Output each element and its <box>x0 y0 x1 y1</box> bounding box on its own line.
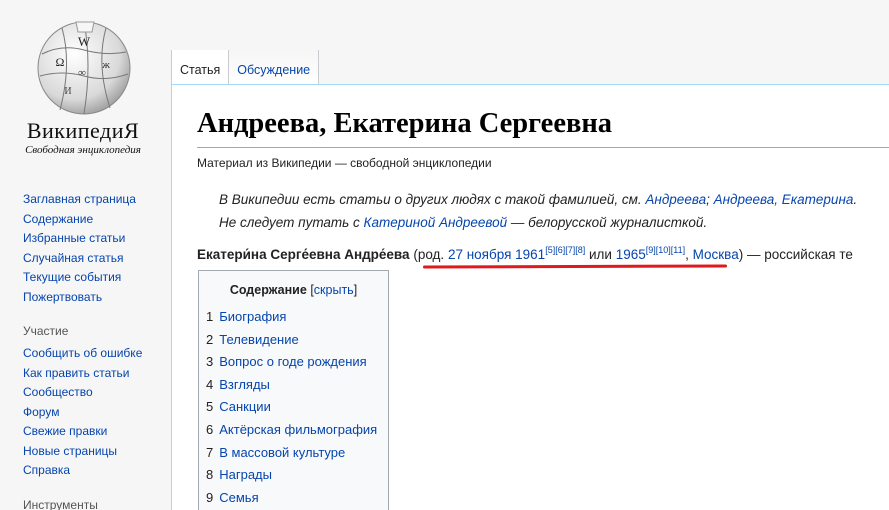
toc-link[interactable]: Санкции <box>219 399 271 414</box>
toc-number: 7 <box>206 444 214 460</box>
toc-item[interactable]: 1 Биография <box>206 306 388 329</box>
toc-link[interactable]: Актёрская фильмография <box>219 422 377 437</box>
svg-text:Ω: Ω <box>56 55 65 69</box>
tab-talk[interactable]: Обсуждение <box>229 50 320 85</box>
sidebar-item-forum[interactable]: Форум <box>23 403 163 423</box>
lead-comma: , <box>685 247 693 262</box>
hatnote-not-confuse: Не следует путать с Катериной Андреевой … <box>219 215 707 230</box>
page-tabs: Статья Обсуждение <box>171 50 320 85</box>
logo-wordmark: ВикипедиЯ <box>26 118 140 143</box>
toc-link[interactable]: Семья <box>219 490 258 505</box>
sidebar-item-help[interactable]: Справка <box>23 461 163 481</box>
toc-item[interactable]: 8 Награды <box>206 464 388 487</box>
sidebar-item-new-pages[interactable]: Новые страницы <box>23 442 163 462</box>
toc-hide-toggle[interactable]: скрыть <box>314 283 354 297</box>
reference-links-1[interactable]: [5][6][7][8] <box>545 245 585 255</box>
toc-link[interactable]: Взгляды <box>219 377 270 392</box>
site-subtitle: Материал из Википедии — свободной энцикл… <box>197 156 492 170</box>
lead-born: род. <box>417 247 445 262</box>
toc-title: Содержание <box>229 283 307 297</box>
sidebar-item-how-to-edit[interactable]: Как править статьи <box>23 364 163 384</box>
svg-text:W: W <box>78 34 91 49</box>
article-content: Андреева, Екатерина Сергеевна Материал и… <box>171 84 889 510</box>
subject-name: Екатери́на Серге́евна Андре́ева <box>197 247 410 262</box>
toc-item[interactable]: 3 Вопрос о годе рождения <box>206 351 388 374</box>
sidebar-heading-participation: Участие <box>23 324 69 338</box>
toc-number: 3 <box>206 354 214 370</box>
title-divider <box>197 147 889 148</box>
table-of-contents: Содержание [скрыть] 1 Биография 2 Телевиде… <box>198 270 389 510</box>
birth-date-link[interactable]: 27 ноября 1961 <box>448 247 545 262</box>
hatnote-link-andreeva[interactable]: Андреева <box>645 192 706 207</box>
sidebar-item-featured[interactable]: Избранные статьи <box>23 229 163 249</box>
sidebar-item-donate[interactable]: Пожертвовать <box>23 288 163 308</box>
tab-article[interactable]: Статья <box>171 50 230 85</box>
toc-link[interactable]: Телевидение <box>219 332 298 347</box>
toc-number: 4 <box>206 376 214 392</box>
sidebar-participation: Сообщить об ошибке Как править статьи Со… <box>23 344 163 481</box>
birth-year-link[interactable]: 1965 <box>616 247 646 262</box>
toc-toggle-bracket: ] <box>353 283 358 297</box>
sidebar-item-contents[interactable]: Содержание <box>23 210 163 230</box>
hatnote-suffix: . <box>853 192 858 207</box>
svg-text:∞: ∞ <box>78 67 86 79</box>
sidebar-heading-tools[interactable]: Инструменты <box>23 498 163 510</box>
lead-paragraph: Екатери́на Серге́евна Андре́ева (род. 27… <box>197 245 853 262</box>
toc-number: 1 <box>206 309 214 324</box>
hatnote-link-andreeva-ekaterina[interactable]: Андреева, Екатерина <box>714 192 854 207</box>
logo-tagline: Свободная энциклопедия <box>25 144 141 156</box>
red-annotation-underline <box>422 264 728 269</box>
hatnote-link-katerina[interactable]: Катериной Андреевой <box>364 215 508 230</box>
hatnote-other-people: В Википедии есть статьи о других людях с… <box>219 192 857 207</box>
toc-item[interactable]: 5 Санкции <box>206 396 388 419</box>
svg-text:ж: ж <box>101 59 110 71</box>
toc-link[interactable]: Награды <box>219 467 272 482</box>
toc-link[interactable]: Биография <box>219 309 286 324</box>
sidebar-item-recent-changes[interactable]: Свежие правки <box>23 422 163 442</box>
sidebar-item-random[interactable]: Случайная статья <box>23 249 163 269</box>
lead-open: ( <box>409 247 418 262</box>
toc-item[interactable]: 4 Взгляды <box>206 374 388 397</box>
toc-item[interactable]: 7 В массовой культуре <box>206 442 388 465</box>
toc-number: 2 <box>206 331 214 347</box>
sidebar-item-main-page[interactable]: Заглавная страница <box>23 190 163 210</box>
sidebar-item-community[interactable]: Сообщество <box>23 383 163 403</box>
wikipedia-logo[interactable]: W Ω ж ∞ И ВикипедиЯ Свободная энциклопед… <box>0 0 166 165</box>
sidebar-item-current-events[interactable]: Текущие события <box>23 268 163 288</box>
wikipedia-globe-icon: W Ω ж ∞ И <box>37 21 131 115</box>
toc-header: Содержание [скрыть] <box>206 283 388 297</box>
toc-item[interactable]: 6 Актёрская фильмография <box>206 419 388 442</box>
page-title: Андреева, Екатерина Сергеевна <box>197 108 613 139</box>
toc-number: 6 <box>206 421 214 437</box>
toc-item[interactable]: 2 Телевидение <box>206 329 388 352</box>
hatnote-text: Не следует путать с <box>219 215 364 230</box>
svg-text:И: И <box>64 86 71 97</box>
hatnote-separator: ; <box>706 192 714 207</box>
toc-link[interactable]: Вопрос о годе рождения <box>219 354 367 369</box>
toc-link[interactable]: В массовой культуре <box>219 445 345 460</box>
hatnote-suffix: — белорусской журналисткой. <box>507 215 708 230</box>
lead-or: или <box>585 247 616 262</box>
sidebar-navigation: Заглавная страница Содержание Избранные … <box>23 190 163 307</box>
reference-links-2[interactable]: [9][10][11] <box>646 245 685 255</box>
lead-rest: ) — российская те <box>738 247 853 262</box>
toc-number: 9 <box>206 489 214 505</box>
toc-item[interactable]: 9 Семья <box>206 487 388 510</box>
birthplace-link[interactable]: Москва <box>693 247 739 262</box>
sidebar-item-report-error[interactable]: Сообщить об ошибке <box>23 344 163 364</box>
hatnote-text: В Википедии есть статьи о других людях с… <box>219 192 646 207</box>
sidebar: Заглавная страница Содержание Избранные … <box>23 190 163 510</box>
toc-number: 5 <box>206 399 214 415</box>
toc-number: 8 <box>206 467 214 483</box>
